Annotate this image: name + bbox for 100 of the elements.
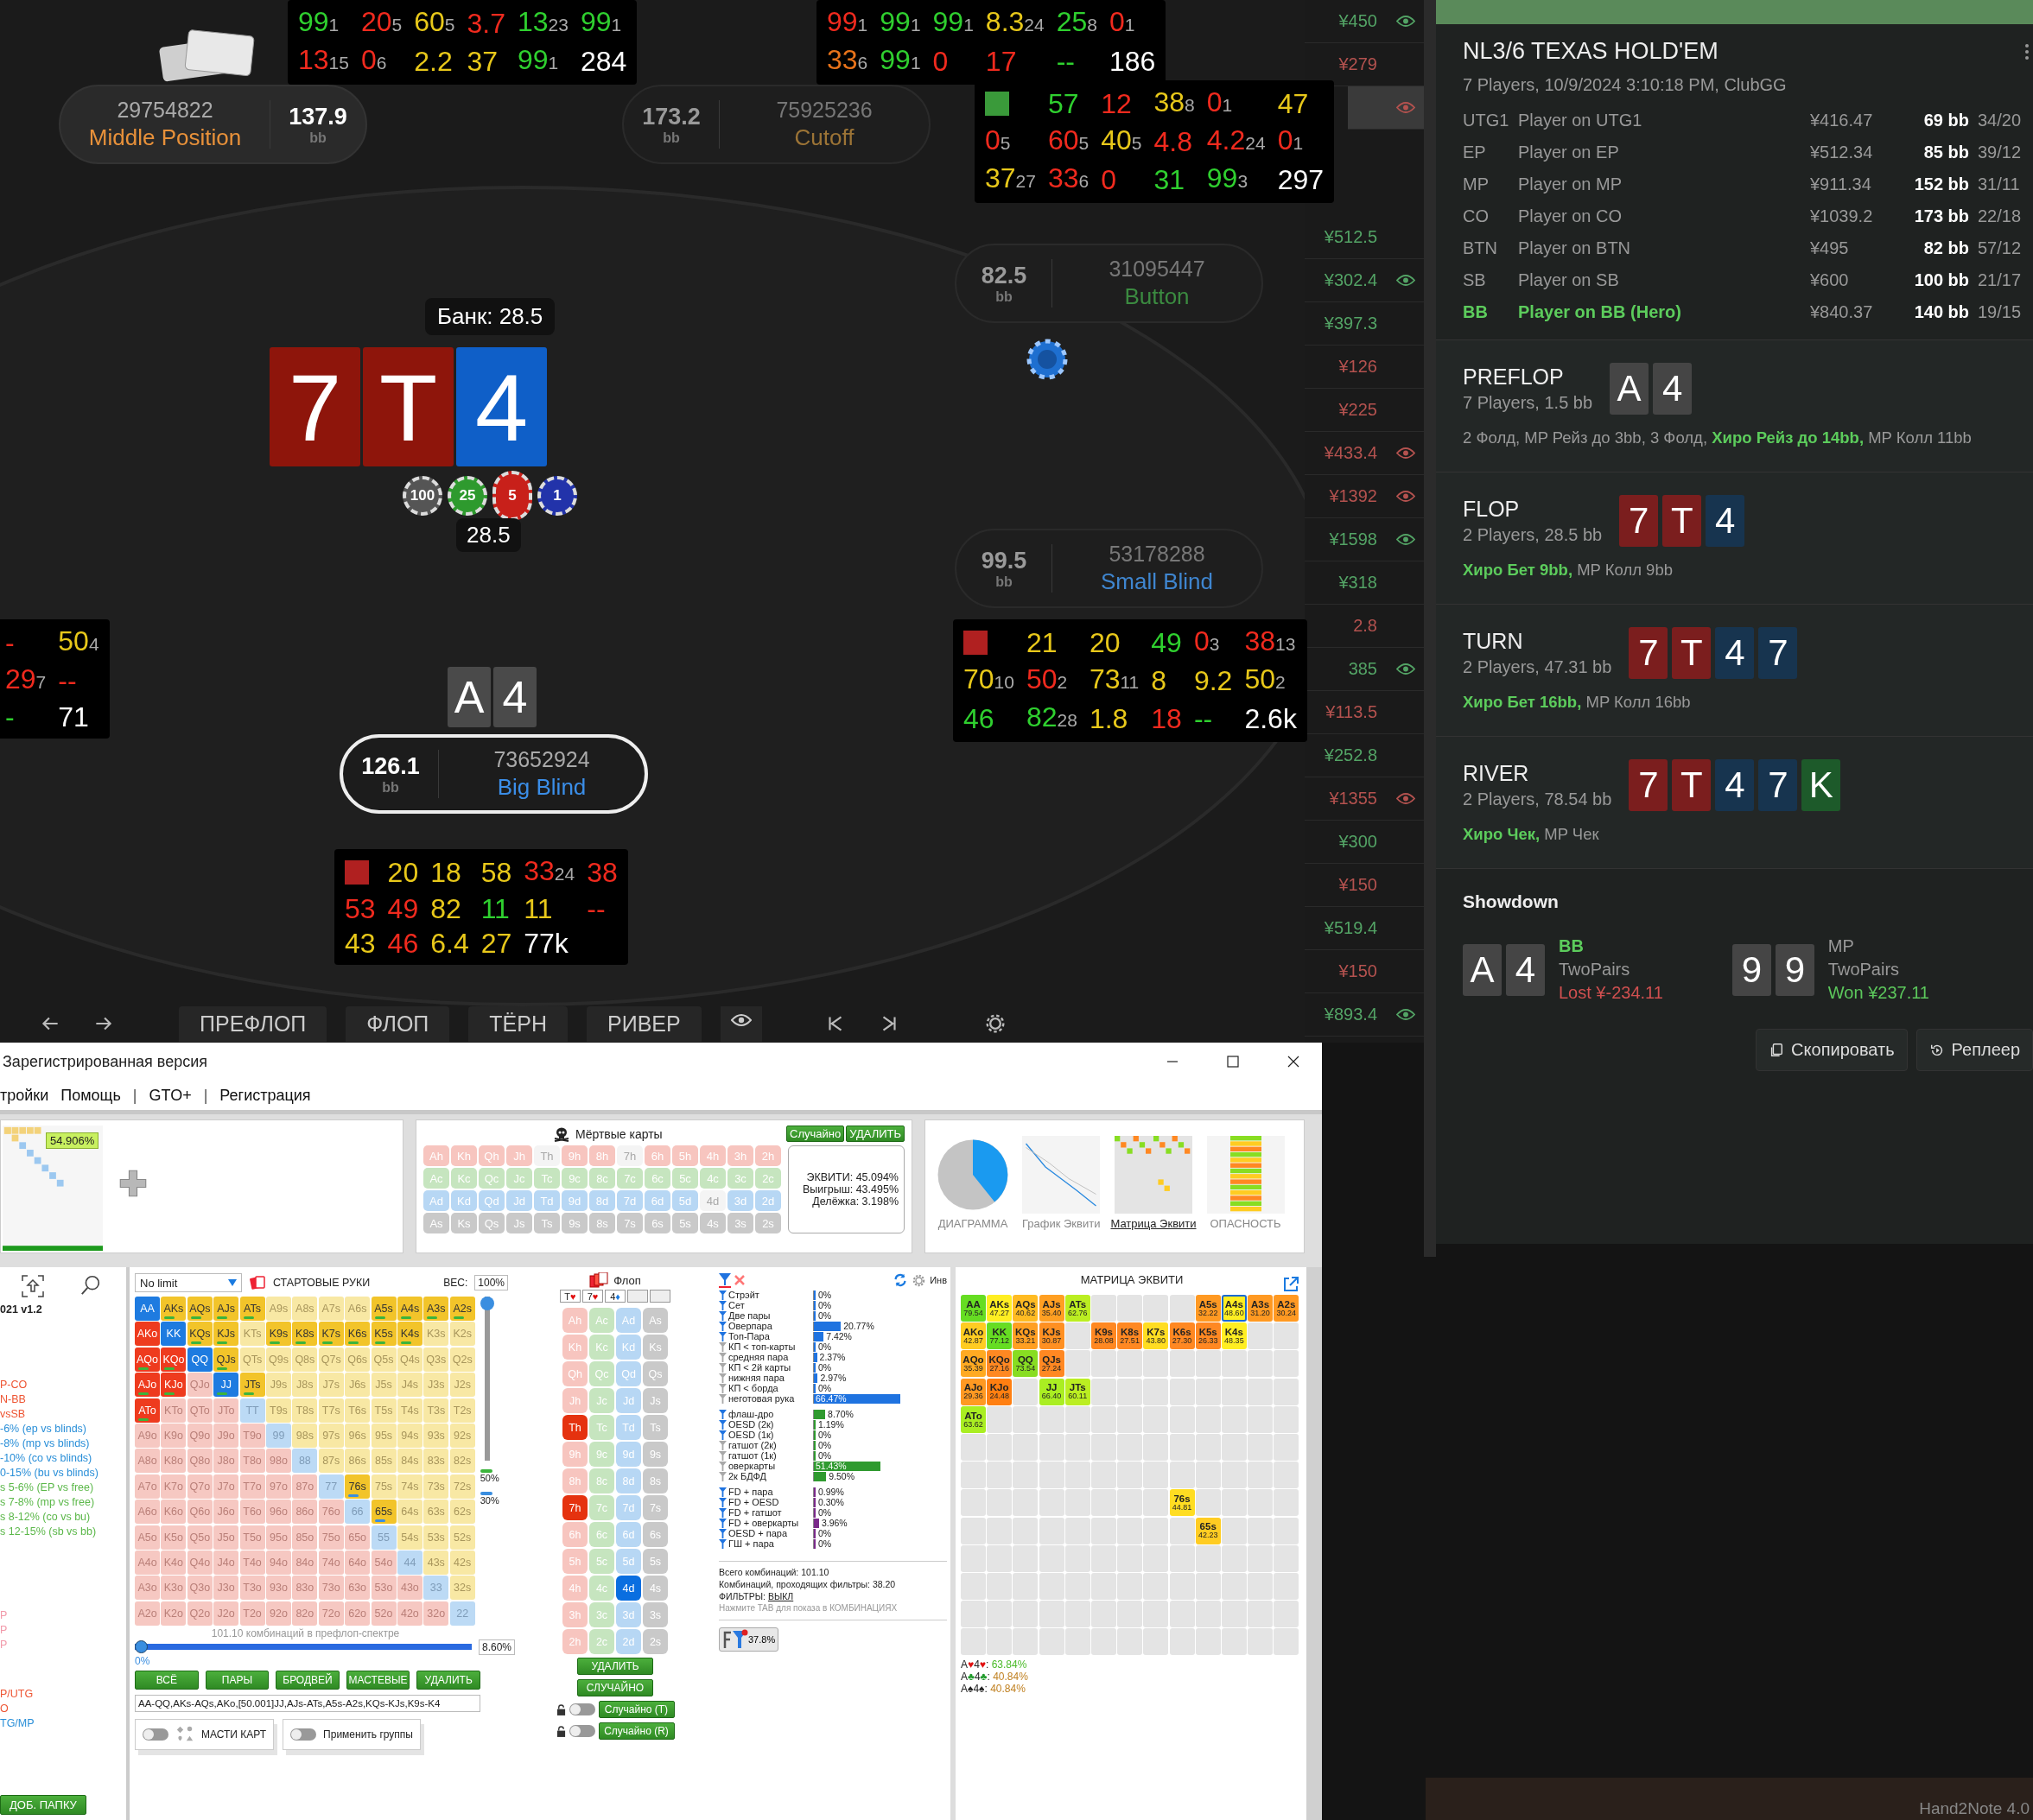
card-toggle[interactable]: 7d [616,1495,641,1520]
equity-cell[interactable]: AKo 42.87 [961,1322,986,1350]
hand-cell[interactable]: Q9s [265,1347,291,1372]
card-toggle[interactable]: Ad [616,1308,641,1333]
filter-icon[interactable] [719,1300,727,1310]
eye-icon[interactable] [1396,15,1415,28]
hand-cell[interactable]: 63o [345,1576,371,1601]
toggle-switch[interactable] [569,1703,595,1715]
hand-cell[interactable]: J5s [371,1373,397,1398]
card-toggle[interactable]: Jc [506,1168,532,1189]
card-toggle[interactable]: 3c [589,1602,614,1627]
filter-icon[interactable] [719,1310,727,1321]
card-toggle[interactable]: 6c [645,1168,670,1189]
hand-cell[interactable]: 42s [449,1550,475,1575]
game-dropdown[interactable]: No limit [135,1273,242,1292]
hand-cell[interactable]: 96o [265,1500,291,1525]
hand-cell[interactable]: 86s [345,1449,371,1474]
card-toggle[interactable]: Jh [562,1388,588,1413]
hand-cell[interactable]: 64s [397,1500,422,1525]
hand-cell[interactable]: AKo [135,1322,160,1347]
board-card[interactable]: 7♥ [582,1290,603,1303]
hand-cell[interactable]: 74s [397,1474,422,1499]
hand-cell[interactable]: T7o [239,1474,265,1499]
hand-cell[interactable]: 99 [265,1423,291,1448]
filter-icon[interactable] [719,1409,727,1419]
filter-icon[interactable] [719,1507,727,1518]
hand-cell[interactable]: 94o [265,1550,291,1575]
tree-item[interactable]: O [0,1703,126,1715]
hand-cell[interactable]: A9s [265,1297,291,1321]
equity-cell[interactable]: KK 77.12 [987,1322,1013,1350]
hand-cell[interactable]: 82s [449,1449,475,1474]
hand-cell[interactable]: J3s [423,1373,449,1398]
random-button[interactable]: Случайно (T) [598,1701,675,1718]
equity-cell[interactable]: KQo 27.16 [987,1350,1013,1378]
card-toggle[interactable]: Jc [589,1388,614,1413]
equity-cell[interactable]: KJs 30.87 [1039,1322,1064,1350]
card-toggle[interactable]: 5d [672,1190,698,1211]
hand-cell[interactable]: T4s [397,1398,422,1423]
hand-cell[interactable]: 64o [345,1550,371,1575]
filter-icon[interactable] [719,1430,727,1440]
hand-cell[interactable]: A4s [397,1297,422,1321]
add-folder-button[interactable]: ДОБ. ПАПКУ [0,1795,86,1815]
replay-button[interactable]: Реплеер [1915,1029,2033,1071]
hand-cell[interactable]: QJs [213,1347,239,1372]
hand-cell[interactable]: Q7o [187,1474,213,1499]
equity-cell[interactable]: 65s 42.23 [1195,1517,1221,1544]
hand-cell[interactable]: 97s [318,1423,344,1448]
equity-cell[interactable]: 76s 44.81 [1169,1489,1195,1517]
random-button[interactable]: Случайно (R) [598,1722,675,1740]
weight-field[interactable]: 100% [474,1275,508,1290]
filter-icon[interactable] [719,1461,727,1471]
range-button[interactable]: МАСТЕВЫЕ [346,1670,410,1690]
eye-icon[interactable] [1396,274,1415,287]
menu-item[interactable]: Регистрация [219,1086,311,1105]
hand-cell[interactable]: 76s [345,1474,371,1499]
hand-cell[interactable]: Q5o [187,1525,213,1550]
card-toggle[interactable]: Ac [423,1168,449,1189]
card-toggle[interactable]: Th [562,1415,588,1440]
hand-cell[interactable]: T8o [239,1449,265,1474]
card-toggle[interactable]: 5d [616,1549,641,1574]
hand-cell[interactable]: 95o [265,1525,291,1550]
hand-cell[interactable]: 43o [397,1576,422,1601]
card-toggle[interactable]: Td [616,1415,641,1440]
card-toggle[interactable]: Jd [506,1190,532,1211]
hand-cell[interactable]: J8o [213,1449,239,1474]
eye-icon[interactable] [1396,533,1415,546]
hand-cell[interactable]: 52o [371,1601,397,1626]
hand-cell[interactable]: Q7s [318,1347,344,1372]
hand-cell[interactable]: 43s [423,1550,449,1575]
action-button[interactable]: УДАЛИТЬ [577,1658,653,1675]
hand-cell[interactable]: K3o [161,1576,187,1601]
card-toggle[interactable]: 7c [589,1495,614,1520]
empty-card-slot[interactable] [627,1290,648,1303]
hand-cell[interactable]: J6o [213,1500,239,1525]
hand-cell[interactable]: JTo [213,1398,239,1423]
hand-cell[interactable]: AA [135,1297,160,1321]
hand-cell[interactable]: K4s [397,1322,422,1347]
hand-cell[interactable]: Q8o [187,1449,213,1474]
equity-cell[interactable]: K4s 48.35 [1221,1322,1247,1350]
equity-cell[interactable]: K6s 27.30 [1169,1322,1195,1350]
action-button[interactable]: Случайно [786,1126,845,1142]
search-icon[interactable] [79,1274,102,1297]
card-toggle[interactable]: 3d [616,1602,641,1627]
hand-cell[interactable]: J4o [213,1550,239,1575]
equity-cell[interactable]: KQs 33.21 [1013,1322,1039,1350]
hand-cell[interactable]: 98s [292,1423,318,1448]
hand-cell[interactable]: 88 [292,1449,318,1474]
hand-cell[interactable]: T3s [423,1398,449,1423]
view-tab[interactable]: График Эквити [1022,1136,1101,1252]
hand-cell[interactable]: J9s [265,1373,291,1398]
hand-cell[interactable]: 86o [292,1500,318,1525]
hand-cell[interactable]: 55 [371,1525,397,1550]
hand-cell[interactable]: ATo [135,1398,160,1423]
hand-cell[interactable]: K8o [161,1449,187,1474]
hand-cell[interactable]: J4s [397,1373,422,1398]
hand-result-row[interactable] [1348,86,1426,130]
equity-cell[interactable]: QJs 27.24 [1039,1350,1064,1378]
card-toggle[interactable]: Jh [506,1145,532,1166]
toggle-switch[interactable] [569,1725,595,1737]
filter-icon[interactable] [719,1352,727,1362]
